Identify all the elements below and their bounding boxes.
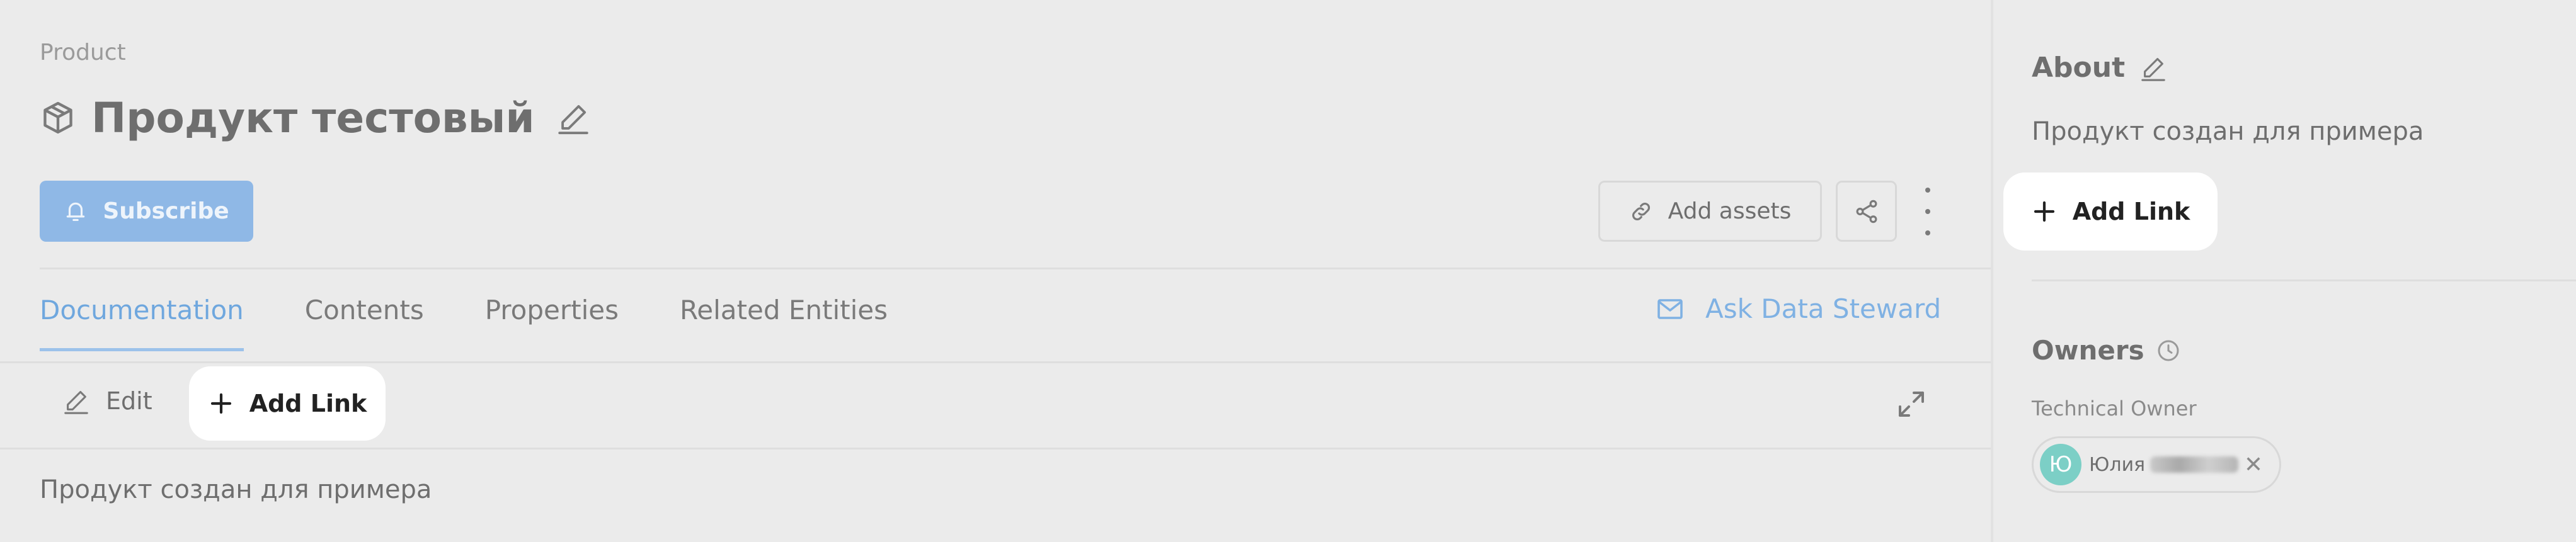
expand-icon[interactable]: [1896, 389, 1926, 419]
add-link-button[interactable]: Add Link: [189, 366, 386, 441]
add-assets-label: Add assets: [1668, 198, 1792, 224]
tab-bar: Documentation Contents Properties Relate…: [40, 295, 949, 351]
sidebar-add-link-button[interactable]: Add Link: [2003, 172, 2218, 251]
divider: [0, 448, 1991, 449]
tab-related-entities[interactable]: Related Entities: [680, 295, 888, 325]
tab-properties[interactable]: Properties: [485, 295, 619, 325]
divider: [0, 361, 1991, 363]
pencil-icon: [64, 391, 88, 414]
pencil-icon[interactable]: [555, 99, 592, 136]
avatar: Ю: [2040, 444, 2081, 485]
plus-icon: [2034, 201, 2054, 222]
subscribe-label: Subscribe: [103, 198, 229, 224]
page-title: Продукт тестовый: [91, 93, 535, 142]
ask-data-steward-link[interactable]: Ask Data Steward: [1655, 293, 1941, 324]
pencil-icon[interactable]: [2139, 54, 2168, 82]
subscribe-button[interactable]: Subscribe: [40, 181, 253, 242]
title-row: Продукт тестовый: [40, 89, 592, 146]
bell-icon: [67, 202, 85, 221]
tab-documentation[interactable]: Documentation: [40, 295, 244, 351]
share-icon: [1856, 200, 1877, 223]
more-vertical-icon[interactable]: [1915, 188, 1940, 235]
tab-contents[interactable]: Contents: [305, 295, 424, 325]
edit-button[interactable]: Edit: [62, 387, 152, 415]
about-description: Продукт создан для примера: [2032, 117, 2424, 146]
owners-title: Owners: [2032, 335, 2144, 366]
add-assets-button[interactable]: Add assets: [1598, 181, 1822, 242]
about-title: About: [2032, 52, 2126, 84]
edit-label: Edit: [106, 387, 152, 415]
mail-icon: [1657, 298, 1683, 319]
link-icon: [1632, 202, 1650, 220]
entity-type-label: Product: [40, 40, 126, 65]
close-icon[interactable]: ✕: [2244, 452, 2263, 478]
main-panel: Product Продукт тестовый Subscribe Add a…: [0, 0, 1991, 542]
redacted-surname: [2150, 456, 2239, 473]
about-heading: About: [2032, 52, 2168, 84]
owners-heading: Owners: [2032, 335, 2181, 366]
divider: [40, 268, 1991, 269]
cube-icon: [43, 101, 72, 134]
owner-chip[interactable]: Ю Юлия ✕: [2032, 436, 2281, 493]
owner-name: Юлия: [2089, 453, 2146, 476]
sidebar-add-link-label: Add Link: [2072, 198, 2190, 225]
plus-icon: [210, 393, 231, 414]
technical-owner-label: Technical Owner: [2032, 397, 2197, 421]
divider: [2032, 279, 2576, 281]
ask-data-steward-label: Ask Data Steward: [1705, 293, 1942, 324]
share-button[interactable]: [1836, 181, 1897, 242]
clock-icon[interactable]: [2156, 338, 2181, 363]
documentation-text: Продукт создан для примера: [40, 475, 432, 504]
add-link-label: Add Link: [249, 390, 367, 417]
